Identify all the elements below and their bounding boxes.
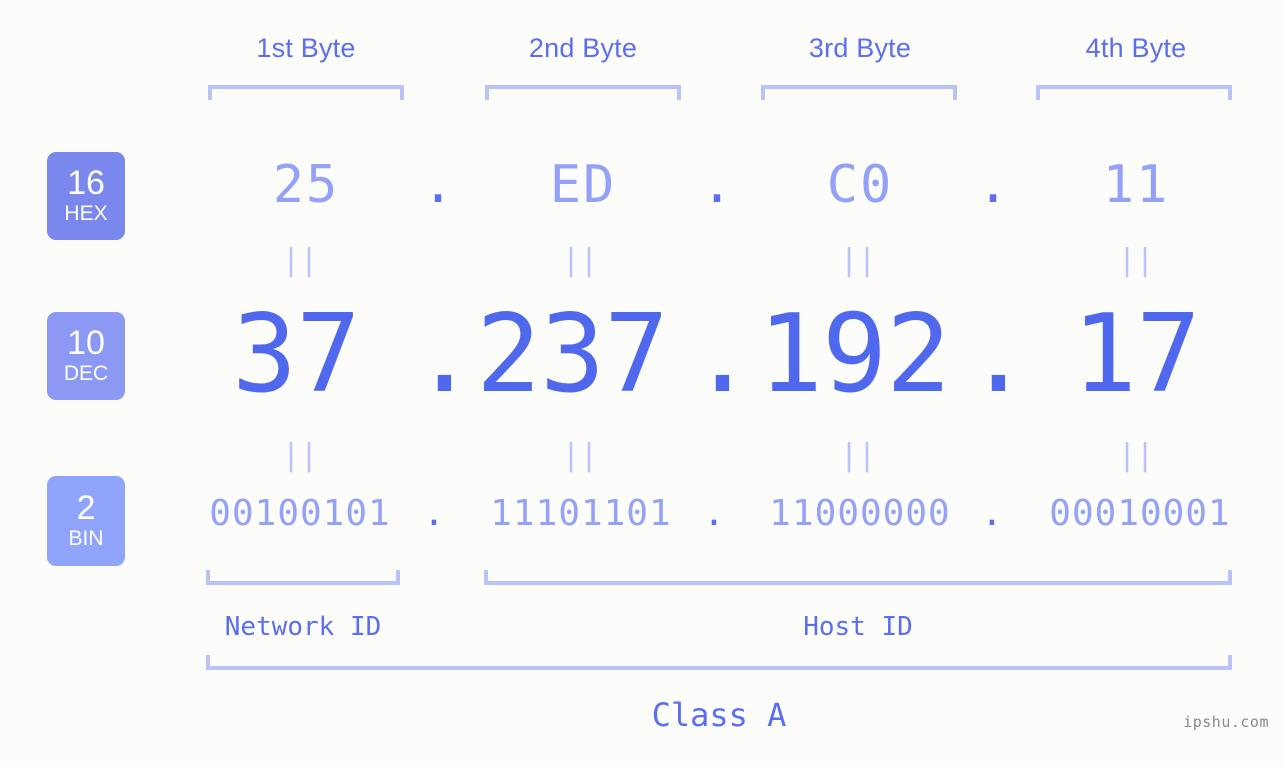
base-badge-dec: 10 DEC — [47, 312, 125, 400]
dec-separator-1: . — [412, 292, 478, 417]
hex-separator-1: . — [422, 155, 454, 215]
base-badge-bin-number: 2 — [76, 489, 96, 528]
ip-address-breakdown-diagram: 1st Byte 2nd Byte 3rd Byte 4th Byte 16 H… — [0, 0, 1285, 767]
base-badge-hex-name: HEX — [64, 201, 108, 225]
class-label: Class A — [651, 696, 787, 734]
byte-bracket-3 — [761, 85, 957, 100]
site-watermark: ipshu.com — [1183, 713, 1269, 731]
class-bracket — [206, 655, 1232, 670]
equality-marker-dec-bin-4: || — [1117, 438, 1155, 473]
bin-separator-2: . — [703, 493, 725, 534]
dec-byte-2: 237 — [475, 292, 669, 417]
bin-separator-3: . — [981, 493, 1003, 534]
dec-separator-3: . — [966, 292, 1032, 417]
hex-byte-1: 25 — [272, 155, 340, 215]
network-id-bracket — [206, 570, 400, 585]
byte-header-3: 3rd Byte — [808, 33, 912, 63]
base-badge-dec-number: 10 — [67, 324, 105, 363]
equality-marker-dec-bin-1: || — [281, 438, 319, 473]
network-id-label: Network ID — [224, 612, 382, 642]
equality-marker-hex-dec-3: || — [839, 243, 877, 278]
base-badge-hex: 16 HEX — [47, 152, 125, 240]
byte-bracket-1 — [208, 85, 404, 100]
base-badge-bin-name: BIN — [68, 526, 104, 550]
bin-byte-3: 11000000 — [769, 493, 951, 534]
byte-bracket-4 — [1036, 85, 1232, 100]
equality-marker-dec-bin-2: || — [561, 438, 599, 473]
dec-byte-3: 192 — [757, 292, 951, 417]
byte-bracket-2 — [485, 85, 681, 100]
bin-byte-1: 00100101 — [209, 493, 391, 534]
hex-byte-3: C0 — [826, 155, 894, 215]
equality-marker-hex-dec-4: || — [1117, 243, 1155, 278]
bin-separator-1: . — [423, 493, 445, 534]
dec-separator-2: . — [690, 292, 756, 417]
hex-separator-3: . — [977, 155, 1009, 215]
byte-header-4: 4th Byte — [1085, 33, 1187, 63]
byte-header-2: 2nd Byte — [528, 33, 638, 63]
bin-byte-2: 11101101 — [490, 493, 672, 534]
hex-separator-2: . — [701, 155, 733, 215]
bin-byte-4: 00010001 — [1049, 493, 1231, 534]
base-badge-hex-number: 16 — [67, 164, 105, 203]
base-badge-bin: 2 BIN — [47, 476, 125, 566]
equality-marker-hex-dec-2: || — [561, 243, 599, 278]
dec-byte-4: 17 — [1071, 292, 1201, 417]
host-id-bracket — [484, 570, 1232, 585]
hex-byte-4: 11 — [1102, 155, 1170, 215]
hex-byte-2: ED — [549, 155, 617, 215]
base-badge-dec-name: DEC — [63, 361, 109, 385]
host-id-label: Host ID — [803, 612, 913, 642]
dec-byte-1: 37 — [231, 292, 361, 417]
byte-header-1: 1st Byte — [256, 33, 356, 63]
equality-marker-dec-bin-3: || — [839, 438, 877, 473]
equality-marker-hex-dec-1: || — [281, 243, 319, 278]
